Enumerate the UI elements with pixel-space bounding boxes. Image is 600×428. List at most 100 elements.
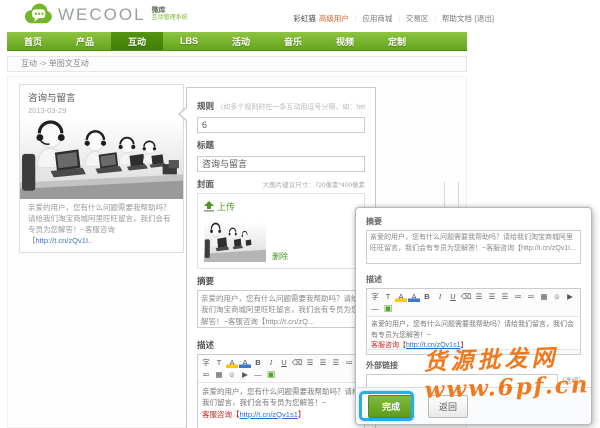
font-family-icon[interactable]: 字 — [369, 291, 381, 302]
header: WECOOL 微库 互动管理系统 彩虹猫 高级用户 ｜ 应用商城 ｜ 交易区 ｜… — [0, 0, 600, 32]
separator: ｜ — [395, 14, 403, 23]
text-color-icon[interactable]: A — [408, 291, 420, 302]
cover-thumbnail[interactable] — [204, 222, 266, 262]
preview-title: 咨询与留言 — [28, 93, 76, 104]
page-edge-line — [458, 182, 459, 208]
summary-label: 摘要 — [197, 276, 215, 286]
align-left-icon[interactable]: ☰ — [304, 357, 316, 368]
italic-icon[interactable]: I — [434, 291, 446, 302]
description-content[interactable]: 亲爱的用户，您有什么问题需要我帮助吗？请给我们留言，我们会有专员为您解答！~ 客… — [198, 383, 364, 428]
preview-date: 2013-03-29 — [28, 106, 67, 115]
dialog-footer: 完成 返回 — [356, 387, 591, 424]
logo: WECOOL 微库 互动管理系统 — [22, 3, 188, 26]
nav-item-interactive[interactable]: 互动 — [111, 32, 163, 50]
rule-hint: （如多个规则时在一条互动用逗号分隔，如：help，帮助） — [216, 104, 365, 111]
unordered-list-icon[interactable]: ≕ — [525, 291, 537, 302]
align-center-icon[interactable]: ☰ — [317, 357, 329, 368]
font-family-icon[interactable]: 字 — [200, 357, 212, 368]
edit-dialog: 摘要 亲爱的用户，您有什么问题需要我帮助吗？请给我们淘宝商城阿里旺旺留言，我们会… — [355, 207, 592, 425]
nav-item-video[interactable]: 视频 — [319, 32, 371, 50]
dialog-editor-toolbar: 字 T A A B I U ⌫ ☰ ☰ ☰ ≔ ≕ ▦ ☺ ▶ — ▣ — [367, 289, 580, 317]
nav-item-music[interactable]: 音乐 — [267, 32, 319, 50]
wecool-app: WECOOL 微库 互动管理系统 彩虹猫 高级用户 ｜ 应用商城 ｜ 交易区 ｜… — [0, 0, 600, 428]
ordered-list-icon[interactable]: ≔ — [343, 357, 355, 368]
customer-service-image — [20, 119, 183, 199]
emoticon-icon[interactable]: ☺ — [551, 291, 563, 302]
help-doc-link[interactable]: 帮助文档 — [442, 13, 472, 24]
separator: ｜ — [351, 14, 360, 23]
dialog-external-link-label: 外部链接 — [366, 361, 398, 370]
done-button[interactable]: 完成 — [368, 394, 415, 418]
nav-item-home[interactable]: 首页 — [7, 32, 59, 50]
emoticon-icon[interactable]: ☺ — [226, 369, 238, 380]
rule-input[interactable] — [197, 117, 365, 133]
image-icon[interactable]: ▣ — [382, 303, 394, 314]
media-icon[interactable]: ▶ — [239, 369, 251, 380]
preview-link[interactable]: http://t.cn/zQv1I.. — [36, 236, 93, 245]
title-input[interactable] — [197, 155, 365, 172]
text-color-icon[interactable]: A — [239, 357, 251, 368]
app-market-link[interactable]: 应用商城 — [362, 13, 392, 24]
nav-item-custom[interactable]: 定制 — [371, 32, 423, 50]
delete-cover-link[interactable]: 删除 — [272, 251, 288, 262]
username: 彩虹猫 — [293, 14, 316, 23]
description-label: 描述 — [197, 340, 215, 350]
italic-icon[interactable]: I — [265, 357, 277, 368]
image-icon[interactable]: ▣ — [265, 369, 277, 380]
cloud-chat-logo-icon — [24, 3, 52, 24]
nav-item-lbs[interactable]: LBS — [163, 32, 215, 50]
dialog-summary-textarea[interactable]: 亲爱的用户，您有什么问题需要我帮助吗？请给我们淘宝商城阿里旺旺留言，我们会有专员… — [366, 230, 581, 264]
main-nav: 首页 产品 互动 LBS 活动 音乐 视频 定制 — [7, 32, 467, 51]
dialog-editor-resize-handle[interactable]: ⌄ — [367, 348, 580, 354]
table-icon[interactable]: ▦ — [213, 369, 225, 380]
unordered-list-icon[interactable]: ≕ — [200, 369, 212, 380]
align-center-icon[interactable]: ☰ — [486, 291, 498, 302]
upload-button[interactable]: 上传 — [204, 200, 235, 213]
ordered-list-icon[interactable]: ≔ — [512, 291, 524, 302]
align-left-icon[interactable]: ☰ — [473, 291, 485, 302]
preview-text: 亲爱的用户，您有什么问题需要我帮助吗？请给我们淘宝商城阿里旺旺留言，我们会有专员… — [28, 203, 171, 245]
description-link[interactable]: http://t.cn/zQv1s1 — [240, 410, 298, 419]
align-right-icon[interactable]: ☰ — [499, 291, 511, 302]
underline-icon[interactable]: U — [447, 291, 459, 302]
red-text: 客服咨询 — [202, 409, 232, 419]
cover-upload-box: 上传 删除 — [197, 193, 365, 269]
bold-icon[interactable]: B — [252, 357, 264, 368]
title-label: 标题 — [197, 140, 215, 150]
summary-textarea[interactable]: 亲爱的用户，您有什么问题需要我帮助吗？请给我们淘宝商城阿里旺旺留言，我们会有专员… — [197, 290, 365, 328]
breadcrumb[interactable]: 互动 -> 单图文互动 — [7, 56, 467, 72]
trade-zone-link[interactable]: 交易区 — [406, 13, 429, 24]
page-edge-line — [444, 182, 445, 208]
rule-label: 规则 （如多个规则时在一条互动用逗号分隔，如：help，帮助） — [197, 100, 365, 112]
logo-text: WECOOL — [58, 4, 146, 24]
separator: ｜ — [431, 14, 439, 23]
logout-link[interactable]: [退出] — [475, 13, 494, 24]
font-size-icon[interactable]: T — [213, 357, 225, 368]
editor-toolbar: 字 T A A B I U ⌫ ☰ ☰ ☰ ≔ ≕ ▦ ☺ ▶ — ▣ — [198, 355, 364, 383]
remove-format-icon[interactable]: ⌫ — [291, 357, 303, 368]
highlight-color-icon[interactable]: A — [226, 357, 238, 368]
message-preview-card: 咨询与留言 2013-03-29 亲爱的用户，您有什么问题需要我帮助吗？请给我们… — [19, 84, 184, 253]
remove-format-icon[interactable]: ⌫ — [460, 291, 472, 302]
highlight-color-icon[interactable]: A — [395, 291, 407, 302]
underline-icon[interactable]: U — [278, 357, 290, 368]
dialog-description-content[interactable]: 亲爱的用户，您有什么问题需要我帮助吗？请给我们留言，我们会有专员为您解答！~ 客… — [367, 317, 580, 349]
dialog-description-link[interactable]: http://t.cn/zQv1s1 — [406, 342, 460, 349]
cover-label: 封面 — [197, 179, 215, 189]
hr-icon[interactable]: — — [252, 369, 264, 380]
description-editor: 字 T A A B I U ⌫ ☰ ☰ ☰ ≔ ≕ ▦ ☺ ▶ — ▣ 亲爱的用户，您有什么问题需要我帮助吗？请给… — [197, 354, 365, 428]
nav-item-activity[interactable]: 活动 — [215, 32, 267, 50]
nav-item-products[interactable]: 产品 — [59, 32, 111, 50]
user-level-badge: 高级用户 — [318, 14, 349, 23]
logo-subtitle-cn: 微库 — [151, 7, 166, 15]
dialog-external-link-input[interactable] — [366, 374, 559, 388]
back-button[interactable]: 返回 — [428, 394, 469, 418]
hr-icon[interactable]: — — [369, 303, 381, 314]
media-icon[interactable]: ▶ — [564, 291, 576, 302]
upload-arrow-icon — [204, 201, 214, 212]
bold-icon[interactable]: B — [421, 291, 433, 302]
align-right-icon[interactable]: ☰ — [330, 357, 342, 368]
font-size-icon[interactable]: T — [382, 291, 394, 302]
table-icon[interactable]: ▦ — [538, 291, 550, 302]
optional-hint: (选填) — [562, 378, 581, 385]
